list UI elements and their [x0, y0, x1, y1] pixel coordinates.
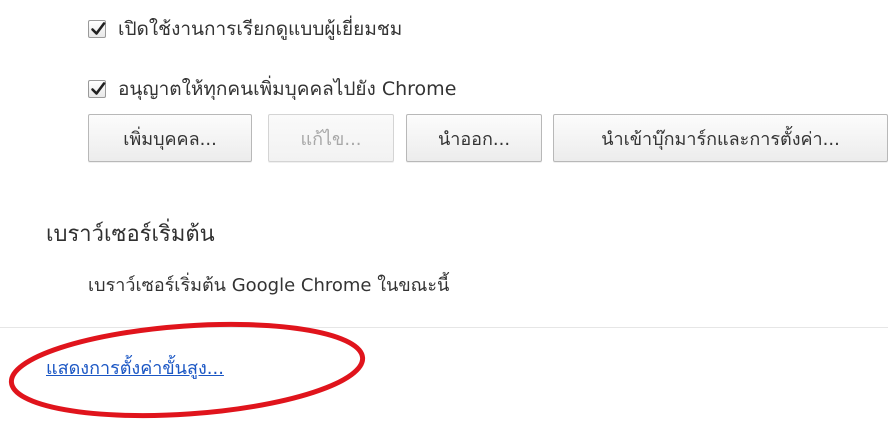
section-divider — [0, 327, 888, 328]
default-browser-status: เบราว์เซอร์เริ่มต้น Google Chrome ในขณะน… — [88, 275, 450, 296]
guest-browsing-option[interactable]: เปิดใช้งานการเรียกดูแบบผู้เยี่ยมชม — [88, 14, 402, 44]
checkmark-icon — [91, 82, 106, 95]
chrome-settings-page: เปิดใช้งานการเรียกดูแบบผู้เยี่ยมชม อนุญา… — [0, 0, 888, 425]
default-browser-heading: เบราว์เซอร์เริ่มต้น — [46, 222, 215, 247]
show-advanced-settings-link[interactable]: แสดงการตั้งค่าขั้นสูง... — [46, 353, 224, 382]
anyone-add-person-option[interactable]: อนุญาตให้ทุกคนเพิ่มบุคคลไปยัง Chrome — [88, 74, 456, 104]
guest-browsing-checkbox[interactable] — [88, 20, 106, 38]
guest-browsing-label: เปิดใช้งานการเรียกดูแบบผู้เยี่ยมชม — [118, 18, 403, 40]
remove-person-button[interactable]: นำออก... — [406, 114, 542, 162]
anyone-add-person-checkbox[interactable] — [88, 80, 106, 98]
checkmark-icon — [91, 22, 106, 35]
add-person-button[interactable]: เพิ่มบุคคล... — [88, 114, 252, 162]
anyone-add-person-label: อนุญาตให้ทุกคนเพิ่มบุคคลไปยัง Chrome — [118, 78, 457, 100]
import-bookmarks-button[interactable]: นำเข้าบุ๊กมาร์กและการตั้งค่า... — [553, 114, 888, 162]
edit-person-button[interactable]: แก้ไข... — [268, 114, 394, 162]
